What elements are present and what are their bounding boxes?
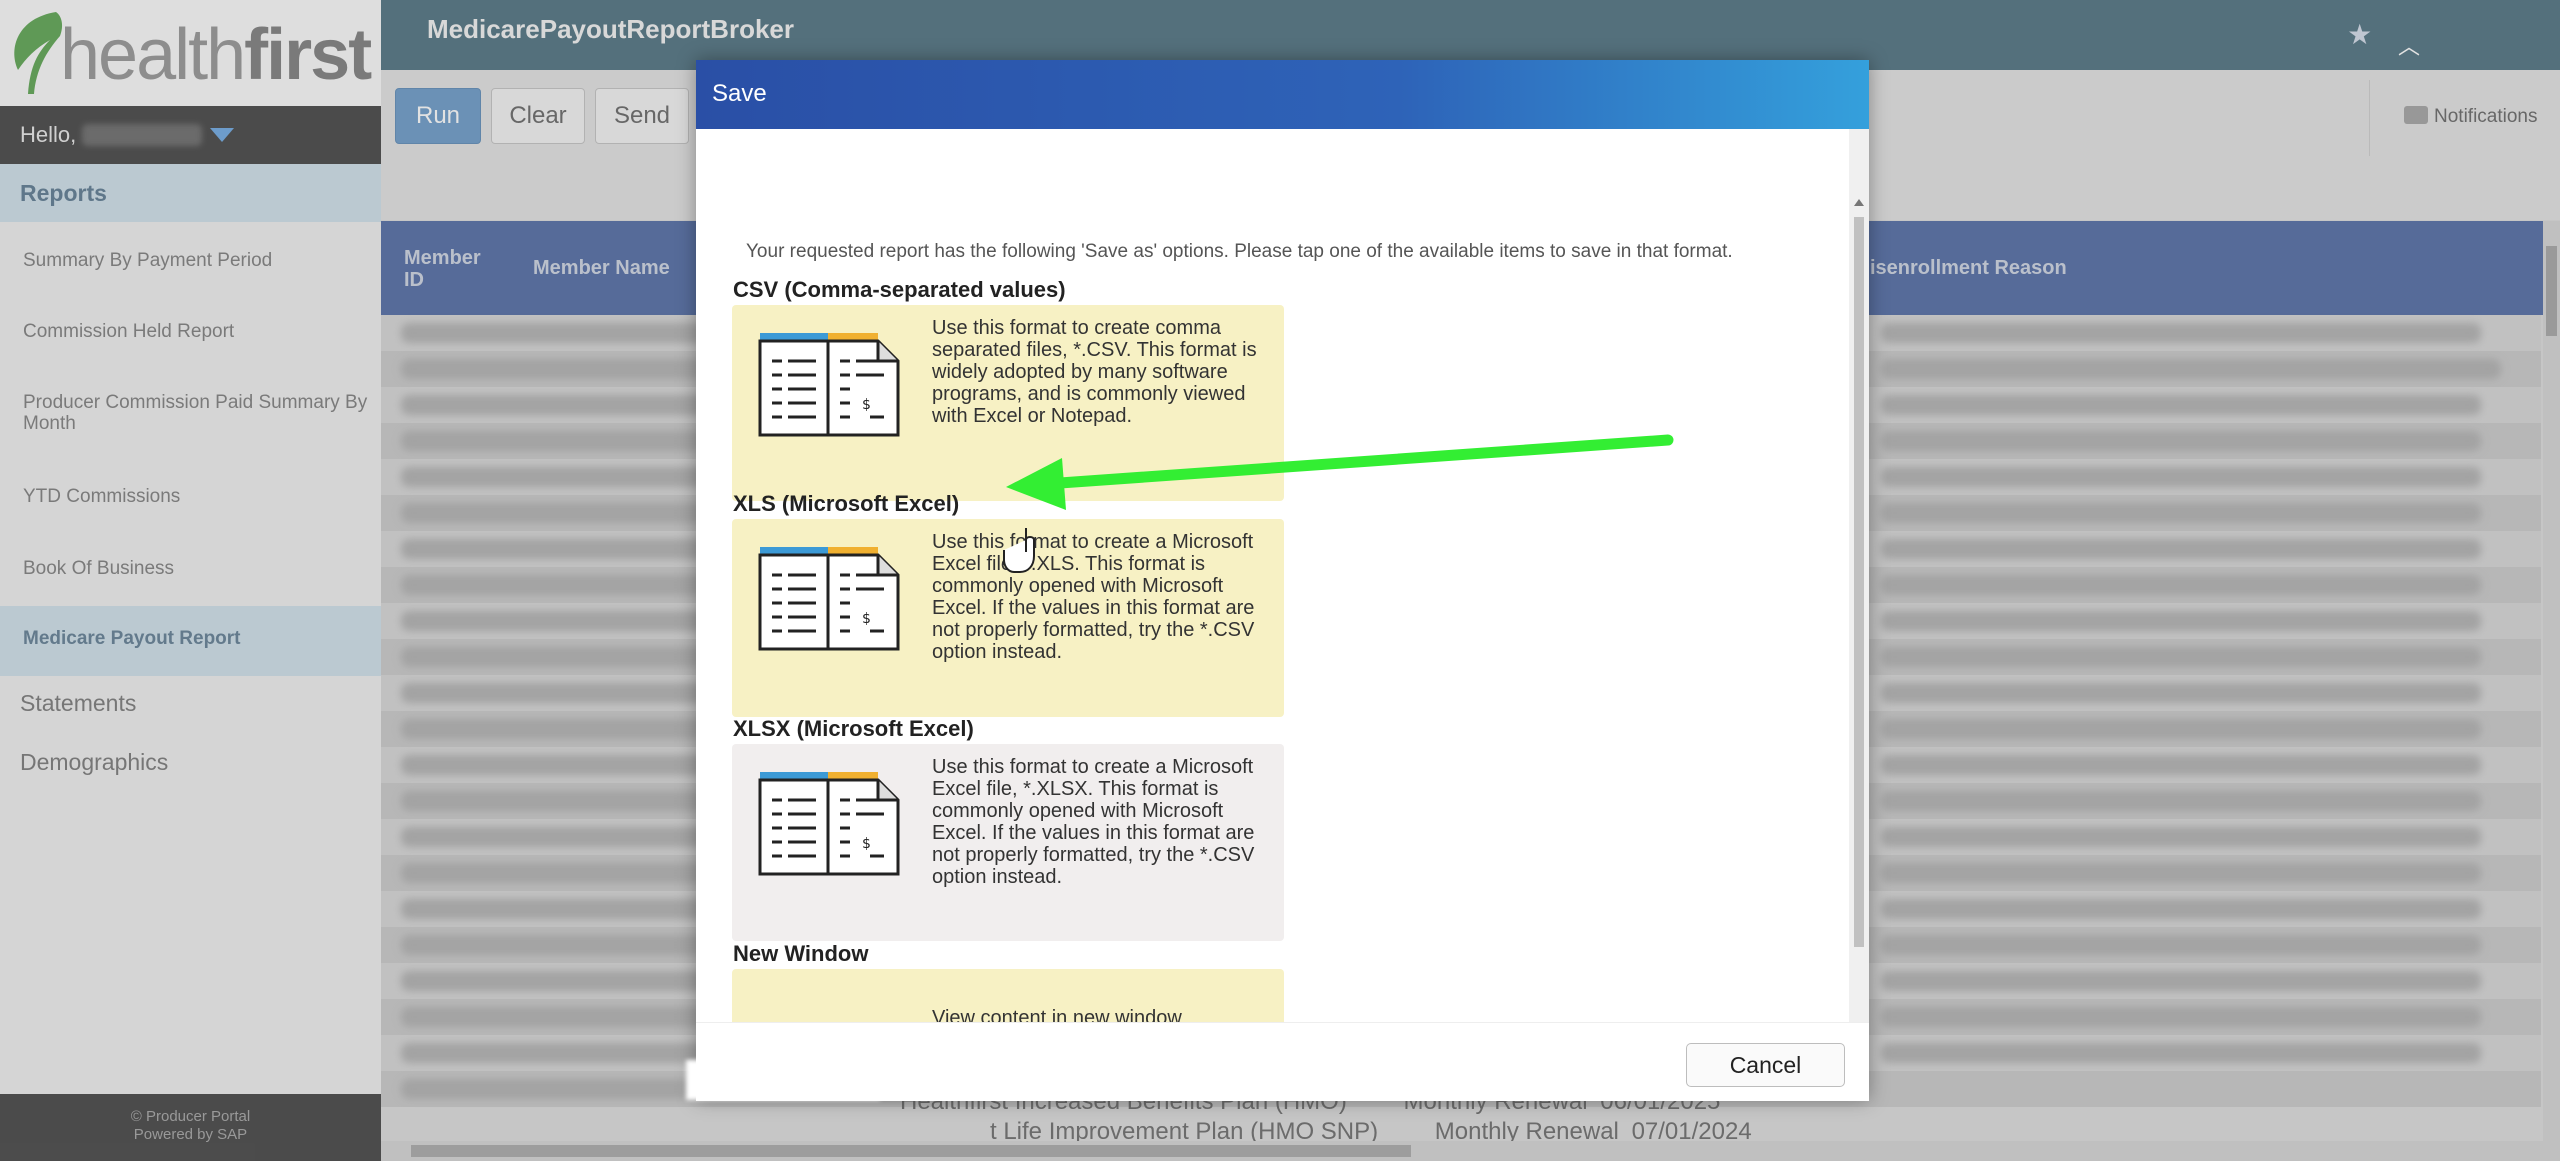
svg-text:$: $ — [862, 611, 871, 627]
option-title-csv: CSV (Comma-separated values) — [733, 277, 1066, 302]
cancel-button[interactable]: Cancel — [1686, 1043, 1845, 1087]
option-title-xls: XLS (Microsoft Excel) — [733, 491, 960, 516]
option-description-xls: Use this format to create a Microsoft Ex… — [932, 531, 1255, 663]
option-title-new-window: New Window — [733, 941, 869, 966]
save-dialog: Save Your requested report has the follo… — [696, 60, 1869, 1101]
dialog-body: Your requested report has the following … — [696, 129, 1849, 1079]
dialog-intro-text: Your requested report has the following … — [746, 241, 1733, 262]
dialog-title: Save — [712, 80, 767, 107]
spreadsheet-icon: $ — [758, 547, 900, 651]
option-description-xlsx: Use this format to create a Microsoft Ex… — [932, 756, 1255, 888]
spreadsheet-icon: $ — [758, 772, 900, 876]
svg-text:$: $ — [862, 397, 871, 413]
svg-text:$: $ — [862, 836, 871, 852]
spreadsheet-icon: $ — [758, 333, 900, 437]
scroll-up-icon[interactable] — [1854, 199, 1864, 206]
save-option-xls[interactable]: $ Use this format to create a Microsoft … — [732, 519, 1284, 717]
option-description-csv: Use this format to create comma separate… — [932, 317, 1257, 427]
option-title-xlsx: XLSX (Microsoft Excel) — [733, 716, 974, 741]
save-option-csv[interactable]: $ Use this format to create comma separa… — [732, 305, 1284, 501]
dialog-scrollbar[interactable] — [1849, 129, 1869, 1079]
redaction-box — [686, 1060, 880, 1100]
save-option-xlsx[interactable]: $ Use this format to create a Microsoft … — [732, 744, 1284, 941]
dialog-title-bar: Save — [696, 60, 1869, 129]
